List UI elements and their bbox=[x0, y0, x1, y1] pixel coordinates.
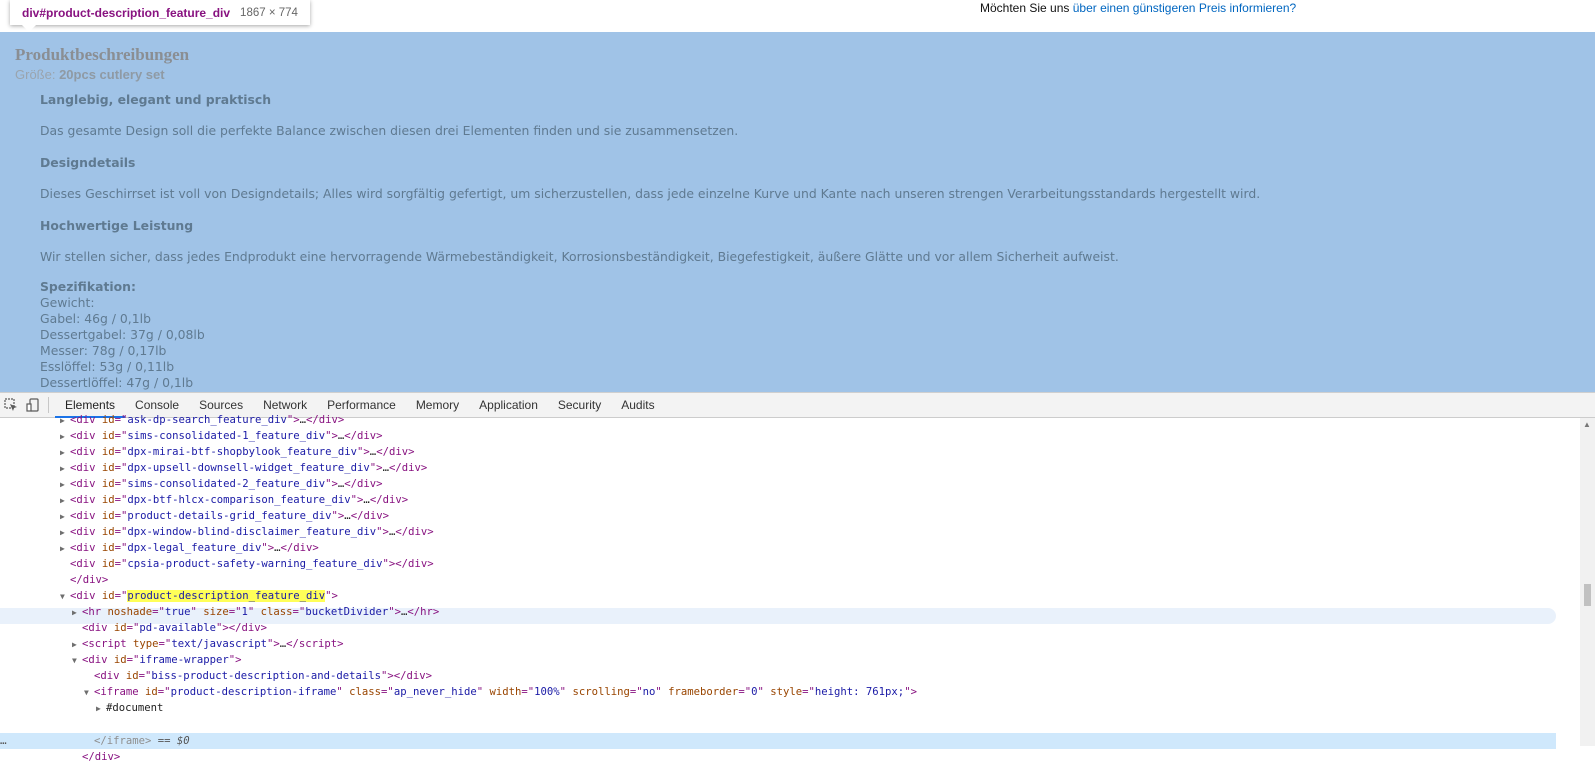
scrollbar-thumb[interactable] bbox=[1584, 584, 1591, 606]
expand-triangle-icon[interactable]: ▶ bbox=[60, 429, 70, 445]
spec-line: Gabel: 46g / 0,1lb bbox=[40, 311, 151, 326]
product-description: Produktbeschreibungen Größe: 20pcs cutle… bbox=[15, 44, 1585, 391]
product-description-title: Produktbeschreibungen bbox=[15, 45, 190, 64]
device-toggle-icon[interactable] bbox=[22, 393, 44, 417]
expand-triangle-icon[interactable]: ▶ bbox=[60, 461, 70, 477]
heading-performance: Hochwertige Leistung bbox=[40, 218, 194, 233]
dom-node[interactable]: ▶ <hr noshade="true" size="1" class="buck… bbox=[72, 604, 439, 620]
expand-triangle-icon[interactable]: ▶ bbox=[60, 445, 70, 461]
cheaper-price-link[interactable]: über einen günstigeren Preis informieren… bbox=[1073, 1, 1296, 15]
expand-triangle-icon[interactable]: ▶ bbox=[60, 541, 70, 557]
expand-triangle-icon[interactable]: ▶ bbox=[60, 413, 70, 429]
tooltip-selector: div#product-description_feature_div bbox=[22, 5, 231, 20]
expand-triangle-icon[interactable]: ▶ bbox=[60, 493, 70, 509]
tab-memory[interactable]: Memory bbox=[406, 393, 469, 417]
dom-node[interactable]: </div> bbox=[82, 749, 120, 765]
dom-node[interactable]: ▶ <div id="dpx-mirai-btf-shopbylook_featu… bbox=[60, 444, 414, 460]
size-value: 20pcs cutlery set bbox=[59, 67, 165, 82]
scroll-up-icon[interactable]: ▲ bbox=[1583, 420, 1591, 429]
dom-scrollbar[interactable]: ▲ bbox=[1580, 418, 1595, 746]
devtools-panel: Elements Console Sources Network Perform… bbox=[0, 392, 1595, 763]
dom-node[interactable]: ▶ <div id="dpx-window-blind-disclaimer_fe… bbox=[60, 524, 434, 540]
expand-triangle-icon[interactable]: ▶ bbox=[60, 509, 70, 525]
dom-node-product-description[interactable]: ▼ <div id="product-description_feature_di… bbox=[60, 588, 338, 604]
paragraph-performance: Wir stellen sicher, dass jedes Endproduk… bbox=[40, 249, 1119, 264]
expand-triangle-icon[interactable]: ▶ bbox=[96, 701, 106, 717]
collapse-triangle-icon[interactable]: ▼ bbox=[84, 685, 94, 701]
dom-node[interactable]: ▶ <div id="dpx-legal_feature_div">…</div> bbox=[60, 540, 319, 556]
collapse-triangle-icon[interactable]: ▼ bbox=[72, 653, 82, 669]
selected-marker: == $0 bbox=[151, 735, 190, 747]
dom-node[interactable]: <div id="pd-available"></div> bbox=[82, 620, 267, 636]
dom-node[interactable]: <div id="biss-product-description-and-de… bbox=[94, 668, 432, 684]
dom-tree: ▶ <div id="ask-dp-search_feature_div">…</… bbox=[0, 414, 1580, 763]
tooltip-arrow bbox=[22, 25, 36, 32]
collapse-triangle-icon[interactable]: ▼ bbox=[60, 589, 70, 605]
page-viewport: Möchten Sie uns über einen günstigeren P… bbox=[0, 0, 1595, 392]
expand-triangle-icon[interactable]: ▶ bbox=[60, 477, 70, 493]
tooltip-dimensions: 1867 × 774 bbox=[240, 6, 298, 19]
spec-line: Esslöffel: 53g / 0,11lb bbox=[40, 359, 175, 374]
dom-node-document[interactable]: ▶ #document bbox=[96, 700, 163, 716]
spec-line: Messer: 78g / 0,17lb bbox=[40, 343, 167, 358]
paragraph-design-details: Dieses Geschirrset ist voll von Designde… bbox=[40, 186, 1261, 201]
dom-row-selected bbox=[0, 733, 1556, 749]
size-label: Größe: bbox=[15, 67, 60, 82]
dom-node-iframe-close[interactable]: </iframe> == $0 bbox=[94, 733, 190, 749]
spec-line: Gewicht: bbox=[40, 295, 95, 310]
dom-node[interactable]: ▶ <div id="dpx-btf-hlcx-comparison_featur… bbox=[60, 492, 408, 508]
dom-node[interactable]: <div id="cpsia-product-safety-warning_fe… bbox=[70, 556, 434, 572]
tab-application[interactable]: Application bbox=[469, 393, 548, 417]
dom-node[interactable]: </div> bbox=[70, 572, 108, 588]
cursor-select-icon[interactable] bbox=[0, 393, 22, 417]
price-notice: Möchten Sie uns über einen günstigeren P… bbox=[980, 1, 1296, 15]
dom-node[interactable]: ▶ <div id="ask-dp-search_feature_div">…</… bbox=[60, 412, 344, 428]
paragraph-design: Das gesamte Design soll die perfekte Bal… bbox=[40, 123, 739, 138]
product-description-body: Langlebig, elegant und praktisch Das ges… bbox=[40, 90, 1585, 391]
row-menu-ellipsis[interactable]: … bbox=[0, 733, 7, 749]
dom-node[interactable]: ▶ <div id="product-details-grid_feature_d… bbox=[60, 508, 389, 524]
heading-specification: Spezifikation: bbox=[40, 279, 136, 294]
dom-node[interactable]: ▶ <script type="text/javascript">…</scrip… bbox=[72, 636, 344, 652]
dom-node[interactable]: ▼ <div id="iframe-wrapper"> bbox=[72, 652, 241, 668]
tab-security[interactable]: Security bbox=[548, 393, 611, 417]
spec-line: Dessertlöffel: 47g / 0,1lb bbox=[40, 375, 194, 390]
expand-triangle-icon[interactable]: ▶ bbox=[60, 525, 70, 541]
expand-triangle-icon[interactable]: ▶ bbox=[72, 637, 82, 653]
inspect-tooltip: div#product-description_feature_div 1867… bbox=[10, 0, 310, 25]
tab-audits[interactable]: Audits bbox=[611, 393, 664, 417]
specification-list: Gewicht: Gabel: 46g / 0,1lb Dessertgabel… bbox=[40, 295, 1585, 391]
dom-node-iframe[interactable]: ▼ <iframe id="product-description-iframe"… bbox=[84, 684, 917, 700]
expand-triangle-icon[interactable]: ▶ bbox=[72, 605, 82, 621]
heading-design-details: Designdetails bbox=[40, 155, 136, 170]
toolbar-separator bbox=[48, 397, 49, 413]
price-notice-text: Möchten Sie uns bbox=[980, 1, 1073, 15]
product-size: Größe: 20pcs cutlery set bbox=[15, 66, 1585, 84]
dom-node[interactable]: ▶ <div id="dpx-upsell-downsell-widget_fea… bbox=[60, 460, 427, 476]
dom-node[interactable]: ▶ <div id="sims-consolidated-1_feature_di… bbox=[60, 428, 383, 444]
heading-durable: Langlebig, elegant und praktisch bbox=[40, 92, 272, 107]
dom-node[interactable]: ▶ <div id="sims-consolidated-2_feature_di… bbox=[60, 476, 383, 492]
spec-line: Dessertgabel: 37g / 0,08lb bbox=[40, 327, 205, 342]
